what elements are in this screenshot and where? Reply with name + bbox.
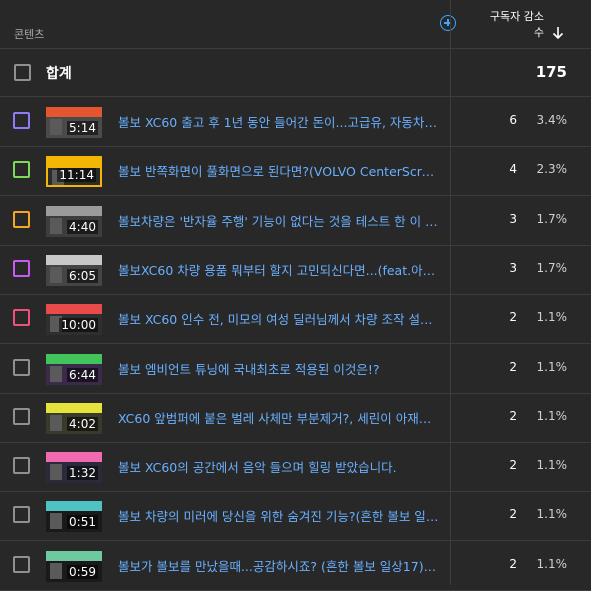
video-duration: 1:32 — [67, 466, 98, 480]
thumbnail-figure — [50, 415, 62, 431]
metric-header-line2: 수 — [533, 26, 544, 39]
thumbnail-banner — [48, 158, 100, 168]
video-thumbnail[interactable]: 5:14 — [46, 107, 102, 138]
table-row[interactable]: 0:59 볼보가 볼보를 만났을때...공감하시죠? (흔한 볼보 일상17) … — [0, 541, 591, 591]
total-label: 합계 — [46, 66, 72, 82]
video-thumbnail[interactable]: 0:51 — [46, 501, 102, 532]
table-header: 콘텐츠 구독자 감소 수 — [0, 0, 591, 49]
thumbnail-figure — [50, 119, 62, 135]
table-row[interactable]: 1:32 볼보 XC60의 공간에서 음악 들으며 힐링 받았습니다. 2 1.… — [0, 442, 591, 492]
table-row[interactable]: 6:05 볼보XC60 차량 용품 뭐부터 할지 고민되신다면...(feat.… — [0, 245, 591, 295]
total-row: 합계 175 — [0, 49, 591, 97]
metric-value: 4 — [509, 162, 517, 176]
thumbnail-banner — [46, 452, 102, 462]
video-duration: 6:05 — [67, 269, 98, 283]
video-thumbnail[interactable]: 6:05 — [46, 255, 102, 286]
metric-percent: 2.3% — [536, 162, 568, 176]
video-thumbnail[interactable]: 11:14 — [46, 156, 102, 187]
thumbnail-banner — [46, 403, 102, 413]
thumbnail-banner — [46, 304, 102, 314]
thumbnail-figure — [50, 513, 62, 529]
metric-percent: 3.4% — [536, 113, 568, 127]
thumbnail-figure — [50, 464, 62, 480]
metric-percent: 1.7% — [536, 212, 568, 226]
row-checkbox[interactable] — [13, 457, 30, 474]
row-checkbox[interactable] — [13, 359, 30, 376]
video-title-link[interactable]: 볼보 반쪽화면이 풀화면으로 된다면?(VOLVO CenterScreen .… — [118, 161, 440, 180]
metric-percent: 1.1% — [536, 360, 568, 374]
video-duration: 11:14 — [57, 168, 96, 182]
video-title-link[interactable]: 볼보가 볼보를 만났을때...공감하시죠? (흔한 볼보 일상17) #s... — [118, 556, 440, 575]
row-checkbox[interactable] — [13, 309, 30, 326]
video-duration: 4:40 — [67, 220, 98, 234]
metric-value: 3 — [509, 212, 517, 226]
thumbnail-banner — [46, 206, 102, 216]
add-circle-icon[interactable] — [440, 15, 456, 31]
row-checkbox[interactable] — [13, 408, 30, 425]
table-row[interactable]: 0:51 볼보 차량의 미러에 당신을 위한 숨겨진 기능?(흔한 볼보 일상 … — [0, 491, 591, 541]
metric-value: 3 — [509, 261, 517, 275]
metric-value: 2 — [509, 458, 517, 472]
video-thumbnail[interactable]: 1:32 — [46, 452, 102, 483]
table-row[interactable]: 4:02 XC60 앞범퍼에 붙은 벌레 사체만 부분제거?, 세린이 아재는 … — [0, 393, 591, 443]
thumbnail-figure — [50, 218, 62, 234]
total-value: 175 — [535, 63, 567, 81]
table-row[interactable]: 4:40 볼보차량은 '반자율 주행' 기능이 없다는 것을 테스트 한 이 방… — [0, 196, 591, 246]
video-thumbnail[interactable]: 0:59 — [46, 551, 102, 582]
row-checkbox[interactable] — [13, 260, 30, 277]
video-duration: 6:44 — [67, 368, 98, 382]
video-title-link[interactable]: 볼보 XC60의 공간에서 음악 들으며 힐링 받았습니다. — [118, 457, 440, 476]
video-duration: 4:02 — [67, 417, 98, 431]
metric-value: 2 — [509, 507, 517, 521]
thumbnail-figure — [50, 267, 62, 283]
table-row[interactable]: 11:14 볼보 반쪽화면이 풀화면으로 된다면?(VOLVO CenterSc… — [0, 146, 591, 196]
video-title-link[interactable]: 볼보 차량의 미러에 당신을 위한 숨겨진 기능?(흔한 볼보 일상 ... — [118, 506, 440, 525]
metric-percent: 1.1% — [536, 507, 568, 521]
row-checkbox[interactable] — [13, 161, 30, 178]
video-thumbnail[interactable]: 10:00 — [46, 304, 102, 335]
total-checkbox[interactable] — [14, 64, 31, 81]
metric-header-line1: 구독자 감소 — [489, 10, 544, 23]
table-row[interactable]: 6:44 볼보 엠비언트 튜닝에 국내최초로 적용된 이것은!? 2 1.1% — [0, 344, 591, 394]
metric-value: 2 — [509, 310, 517, 324]
row-checkbox[interactable] — [13, 556, 30, 573]
thumbnail-banner — [46, 107, 102, 117]
video-title-link[interactable]: XC60 앞범퍼에 붙은 벌레 사체만 부분제거?, 세린이 아재는 이... — [118, 408, 440, 427]
metric-value: 6 — [509, 113, 517, 127]
metric-percent: 1.1% — [536, 458, 568, 472]
video-thumbnail[interactable]: 4:40 — [46, 206, 102, 237]
metric-percent: 1.1% — [536, 409, 568, 423]
metric-value: 2 — [509, 360, 517, 374]
video-thumbnail[interactable]: 4:02 — [46, 403, 102, 434]
thumbnail-banner — [46, 551, 102, 561]
metric-column-header[interactable]: 구독자 감소 수 — [486, 9, 544, 41]
metric-value: 2 — [509, 557, 517, 571]
metric-value: 2 — [509, 409, 517, 423]
video-title-link[interactable]: 볼보차량은 '반자율 주행' 기능이 없다는 것을 테스트 한 이 방법... — [118, 211, 440, 230]
row-checkbox[interactable] — [13, 112, 30, 129]
video-duration: 5:14 — [67, 121, 98, 135]
video-title-link[interactable]: 볼보 엠비언트 튜닝에 국내최초로 적용된 이것은!? — [118, 359, 440, 378]
thumbnail-banner — [46, 501, 102, 511]
video-thumbnail[interactable]: 6:44 — [46, 354, 102, 385]
video-title-link[interactable]: 볼보 XC60 인수 전, 미모의 여성 딜러님께서 차량 조작 설명을... — [118, 309, 440, 328]
thumbnail-figure — [50, 366, 62, 382]
video-duration: 0:59 — [67, 565, 98, 579]
thumbnail-banner — [46, 255, 102, 265]
metric-percent: 1.1% — [536, 557, 568, 571]
video-title-link[interactable]: 볼보XC60 차량 용품 뭐부터 할지 고민되신다면...(feat.아이가..… — [118, 260, 440, 279]
content-column-header[interactable]: 콘텐츠 — [14, 26, 44, 42]
video-duration: 10:00 — [59, 318, 98, 332]
row-checkbox[interactable] — [13, 211, 30, 228]
metric-percent: 1.7% — [536, 261, 568, 275]
table-row[interactable]: 10:00 볼보 XC60 인수 전, 미모의 여성 딜러님께서 차량 조작 설… — [0, 294, 591, 344]
video-title-link[interactable]: 볼보 XC60 출고 후 1년 동안 들어간 돈이...고급유, 자동차세, .… — [118, 112, 440, 131]
arrow-down-icon[interactable] — [551, 26, 565, 40]
thumbnail-banner — [46, 354, 102, 364]
metric-percent: 1.1% — [536, 310, 568, 324]
table-row[interactable]: 5:14 볼보 XC60 출고 후 1년 동안 들어간 돈이...고급유, 자동… — [0, 97, 591, 147]
video-duration: 0:51 — [67, 515, 98, 529]
thumbnail-figure — [50, 563, 62, 579]
row-checkbox[interactable] — [13, 506, 30, 523]
